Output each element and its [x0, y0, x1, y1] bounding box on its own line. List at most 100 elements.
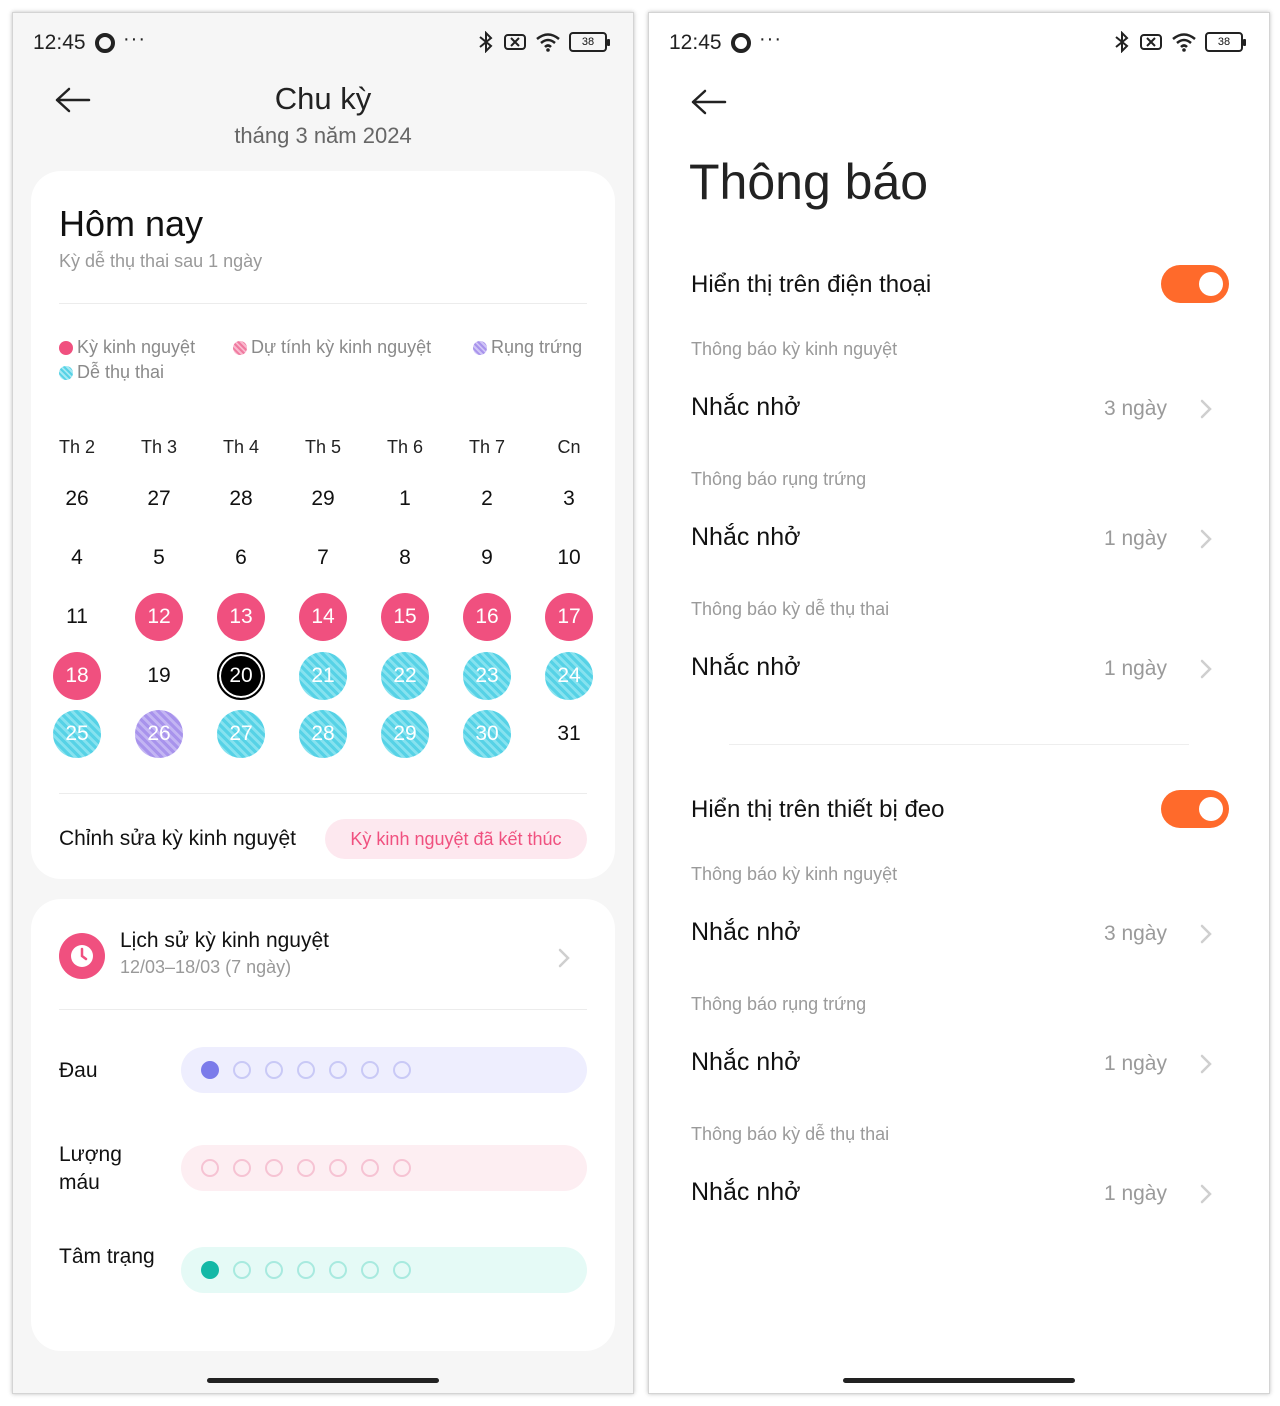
- calendar-day[interactable]: 15: [381, 593, 429, 641]
- calendar-day[interactable]: 29: [299, 475, 347, 523]
- level-dot-filled[interactable]: [201, 1061, 219, 1079]
- weekday-label: Th 5: [304, 437, 342, 457]
- reminder-label: Nhắc nhở: [691, 393, 801, 421]
- divider: [59, 1009, 587, 1010]
- calendar-day[interactable]: 27: [217, 710, 265, 758]
- calendar-day[interactable]: 9: [463, 534, 511, 582]
- sim-off-icon: [504, 34, 526, 50]
- tracker-label: Tâm trạng: [59, 1245, 155, 1268]
- calendar-day[interactable]: 2: [463, 475, 511, 523]
- calendar-day[interactable]: 13: [217, 593, 265, 641]
- level-dot-empty[interactable]: [361, 1159, 379, 1177]
- calendar-day[interactable]: 21: [299, 652, 347, 700]
- period-dot-icon: [59, 340, 73, 355]
- calendar-day[interactable]: 11: [53, 593, 101, 641]
- level-dot-empty[interactable]: [361, 1061, 379, 1079]
- calendar-day[interactable]: 31: [545, 710, 593, 758]
- reminder-row[interactable]: Nhắc nhở 1 ngày: [649, 509, 1269, 569]
- legend-label: Dự tính kỳ kinh nguyệt: [251, 337, 432, 357]
- tracker-level-bar[interactable]: [181, 1047, 587, 1093]
- reminder-value: 3 ngày: [1103, 922, 1167, 945]
- reminder-row[interactable]: Nhắc nhở 1 ngày: [649, 1034, 1269, 1094]
- level-dot-empty[interactable]: [233, 1261, 251, 1279]
- level-dot-empty[interactable]: [265, 1061, 283, 1079]
- status-more-icon: ···: [759, 28, 782, 50]
- calendar-card: Hôm nay Kỳ dễ thụ thai sau 1 ngày Kỳ kin…: [31, 171, 615, 879]
- level-dot-empty[interactable]: [297, 1061, 315, 1079]
- toggle-knob: [1199, 272, 1223, 296]
- calendar-day[interactable]: 28: [299, 710, 347, 758]
- reminder-row[interactable]: Nhắc nhở 3 ngày: [649, 379, 1269, 439]
- divider: [729, 744, 1189, 745]
- calendar-day[interactable]: 18: [53, 652, 101, 700]
- level-dot-empty[interactable]: [329, 1061, 347, 1079]
- legend-label: Rụng trứng: [491, 337, 583, 357]
- calendar-day[interactable]: 4: [53, 534, 101, 582]
- level-dot-empty[interactable]: [265, 1159, 283, 1177]
- notification-subheader: Thông báo kỳ kinh nguyệt: [691, 339, 898, 359]
- status-more-icon: ···: [123, 28, 146, 50]
- history-card: Lịch sử kỳ kinh nguyệt 12/03–18/03 (7 ng…: [31, 899, 615, 1351]
- calendar-day[interactable]: 27: [135, 475, 183, 523]
- calendar-day[interactable]: 26: [53, 475, 101, 523]
- toggle-switch[interactable]: [1161, 790, 1229, 828]
- calendar-day[interactable]: 19: [135, 652, 183, 700]
- level-dot-empty[interactable]: [297, 1261, 315, 1279]
- level-dot-empty[interactable]: [393, 1159, 411, 1177]
- legend-label: Dễ thụ thai: [77, 362, 165, 382]
- level-dot-empty[interactable]: [201, 1159, 219, 1177]
- toggle-switch[interactable]: [1161, 265, 1229, 303]
- calendar-day[interactable]: 6: [217, 534, 265, 582]
- level-dot-empty[interactable]: [393, 1261, 411, 1279]
- calendar-day[interactable]: 12: [135, 593, 183, 641]
- status-circle-icon: [731, 33, 751, 53]
- calendar-day[interactable]: 17: [545, 593, 593, 641]
- chevron-right-icon: [1200, 924, 1212, 944]
- level-dot-empty[interactable]: [329, 1159, 347, 1177]
- period-ended-button[interactable]: Kỳ kinh nguyệt đã kết thúc: [325, 819, 587, 859]
- calendar-day[interactable]: 29: [381, 710, 429, 758]
- bluetooth-icon: [1115, 31, 1129, 53]
- calendar-day[interactable]: 25: [53, 710, 101, 758]
- reminder-label: Nhắc nhở: [691, 653, 801, 681]
- history-row[interactable]: Lịch sử kỳ kinh nguyệt 12/03–18/03 (7 ng…: [31, 919, 615, 999]
- level-dot-empty[interactable]: [233, 1159, 251, 1177]
- calendar-day[interactable]: 8: [381, 534, 429, 582]
- status-icons: 38: [1113, 31, 1246, 53]
- tracker-level-bar[interactable]: [181, 1145, 587, 1191]
- calendar-day-today[interactable]: 20: [217, 652, 265, 700]
- calendar-day[interactable]: 10: [545, 534, 593, 582]
- level-dot-filled[interactable]: [201, 1261, 219, 1279]
- calendar-day[interactable]: 7: [299, 534, 347, 582]
- level-dot-empty[interactable]: [393, 1061, 411, 1079]
- divider: [59, 793, 587, 794]
- tracker-level-bar[interactable]: [181, 1247, 587, 1293]
- home-indicator[interactable]: [207, 1378, 439, 1383]
- level-dot-empty[interactable]: [297, 1159, 315, 1177]
- battery-icon: 38: [569, 32, 610, 52]
- predicted-period-dot-icon: [233, 340, 247, 355]
- calendar-day[interactable]: 30: [463, 710, 511, 758]
- reminder-row[interactable]: Nhắc nhở 1 ngày: [649, 639, 1269, 699]
- calendar-day[interactable]: 3: [545, 475, 593, 523]
- home-indicator[interactable]: [843, 1378, 1075, 1383]
- status-time: 12:45: [33, 31, 86, 54]
- calendar-day[interactable]: 22: [381, 652, 429, 700]
- calendar-day[interactable]: 1: [381, 475, 429, 523]
- calendar-day[interactable]: 24: [545, 652, 593, 700]
- calendar-day[interactable]: 26: [135, 710, 183, 758]
- notifications-screen: 12:45 ··· 38 Thông báo Hiển thị trên điệ…: [648, 12, 1270, 1394]
- calendar-day[interactable]: 28: [217, 475, 265, 523]
- back-arrow-icon[interactable]: [691, 89, 727, 115]
- calendar-day[interactable]: 23: [463, 652, 511, 700]
- level-dot-empty[interactable]: [361, 1261, 379, 1279]
- battery-icon: 38: [1205, 32, 1246, 52]
- calendar-day[interactable]: 5: [135, 534, 183, 582]
- calendar-day[interactable]: 16: [463, 593, 511, 641]
- level-dot-empty[interactable]: [329, 1261, 347, 1279]
- level-dot-empty[interactable]: [265, 1261, 283, 1279]
- level-dot-empty[interactable]: [233, 1061, 251, 1079]
- reminder-row[interactable]: Nhắc nhở 3 ngày: [649, 904, 1269, 964]
- reminder-row[interactable]: Nhắc nhở 1 ngày: [649, 1164, 1269, 1224]
- calendar-day[interactable]: 14: [299, 593, 347, 641]
